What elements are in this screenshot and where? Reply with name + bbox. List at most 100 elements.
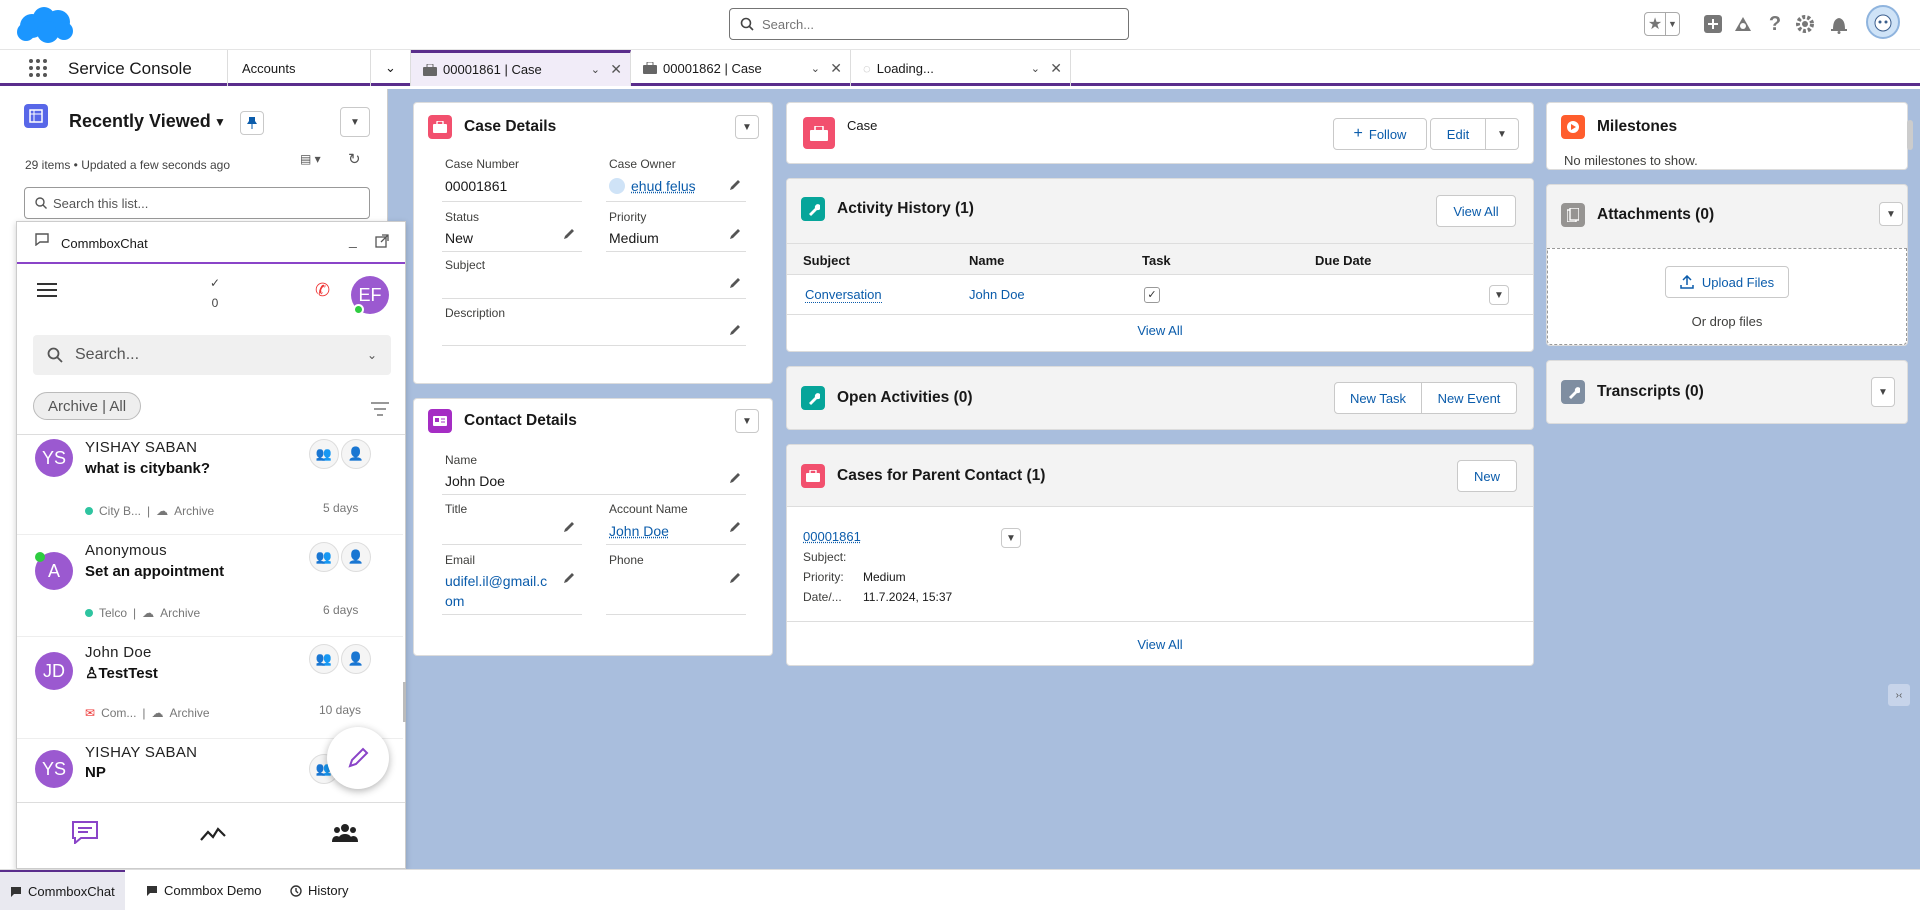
new-task-button[interactable]: New Task (1334, 382, 1422, 414)
case-number-link[interactable]: 00001861 (803, 529, 861, 544)
subject-link[interactable]: Conversation (805, 287, 882, 303)
salesforce-logo-icon[interactable] (14, 4, 74, 46)
global-search-input[interactable]: Search... (729, 8, 1129, 40)
new-event-button[interactable]: New Event (1421, 382, 1517, 414)
edit-pencil-icon[interactable] (728, 471, 742, 485)
phone-off-icon[interactable]: ✆ (315, 280, 330, 301)
assign-user-icon[interactable]: 👤 (341, 644, 371, 674)
archive-all-filter[interactable]: Archive | All (33, 392, 141, 420)
view-all-link[interactable]: View All (787, 637, 1533, 652)
email-link-wrap[interactable]: om (445, 593, 464, 609)
close-tab-icon[interactable]: ✕ (1050, 60, 1062, 77)
app-launcher-icon[interactable] (28, 58, 48, 78)
edit-pencil-icon[interactable] (728, 571, 742, 585)
task-checkbox[interactable]: ✓ (1144, 287, 1160, 303)
refresh-icon[interactable]: ↻ (348, 150, 361, 168)
hamburger-menu-icon[interactable] (37, 282, 57, 298)
analytics-tab-icon[interactable] (200, 824, 226, 842)
setup-gear-icon[interactable] (1794, 13, 1816, 35)
conversations-tab-icon[interactable] (71, 820, 99, 844)
upload-files-button[interactable]: Upload Files (1665, 266, 1789, 298)
case-row-actions-button[interactable]: ▼ (1001, 528, 1021, 548)
popout-icon[interactable] (375, 234, 389, 248)
edit-button[interactable]: Edit (1430, 118, 1486, 150)
view-all-link[interactable]: View All (787, 323, 1533, 338)
tab-loading[interactable]: ◌ Loading... ⌄ ✕ (851, 50, 1071, 86)
chevron-down-icon[interactable]: ⌄ (591, 63, 600, 76)
utility-tab-commboxchat[interactable]: CommboxChat (0, 870, 125, 910)
user-avatar[interactable] (1866, 5, 1900, 39)
name-link[interactable]: John Doe (969, 287, 1025, 302)
contacts-tab-icon[interactable] (332, 822, 358, 842)
sidebar-scrollbar[interactable] (1907, 120, 1913, 150)
tab-case-00001862[interactable]: 00001862 | Case ⌄ ✕ (631, 50, 851, 86)
pin-list-button[interactable] (240, 111, 264, 135)
column-header-due-date[interactable]: Due Date (1315, 253, 1371, 268)
display-as-table-icon[interactable]: ▤ ▾ (300, 152, 321, 166)
chevron-down-icon[interactable]: ⌄ (1031, 62, 1040, 75)
follow-button[interactable]: + Follow (1333, 118, 1427, 150)
more-actions-button[interactable]: ▼ (1485, 118, 1519, 150)
close-tab-icon[interactable]: ✕ (610, 61, 622, 78)
edit-pencil-icon[interactable] (562, 520, 576, 534)
new-case-button[interactable]: New (1457, 460, 1517, 492)
status-label: Archive (174, 504, 214, 518)
edit-pencil-icon[interactable] (728, 323, 742, 337)
add-icon[interactable] (1702, 13, 1724, 35)
favorites-button[interactable]: ★ ▼ (1644, 12, 1680, 36)
help-icon[interactable]: ? (1764, 13, 1786, 35)
column-header-subject[interactable]: Subject (803, 253, 850, 268)
trailhead-icon[interactable] (1732, 13, 1754, 35)
object-menu-chevron-icon[interactable]: ⌄ (371, 50, 411, 86)
assign-group-icon[interactable]: 👥 (309, 439, 339, 469)
card-menu-button[interactable]: ▼ (1871, 377, 1895, 407)
list-view-title[interactable]: Recently Viewed (69, 111, 211, 132)
object-tab-accounts[interactable]: Accounts (227, 50, 371, 86)
card-title: Activity History (1) (837, 200, 974, 218)
email-link[interactable]: udifel.il@gmail.c (445, 573, 547, 589)
list-view-switch-chevron-icon[interactable]: ▼ (214, 115, 226, 129)
conversation-item[interactable]: JD John Doe ♙TestTest 👥 👤 ✉ Com... | ☁ Archi… (17, 638, 403, 739)
wrench-icon (1561, 380, 1585, 404)
edit-pencil-icon[interactable] (728, 178, 742, 192)
chevron-down-icon[interactable]: ⌄ (367, 348, 377, 362)
card-menu-button[interactable]: ▼ (735, 115, 759, 139)
edit-pencil-icon[interactable] (728, 227, 742, 241)
compose-fab-button[interactable] (327, 727, 389, 789)
assign-group-icon[interactable]: 👥 (309, 644, 339, 674)
assign-user-icon[interactable]: 👤 (341, 542, 371, 572)
tab-case-00001861[interactable]: 00001861 | Case ⌄ ✕ (411, 50, 631, 86)
card-menu-button[interactable]: ▼ (735, 409, 759, 433)
assign-user-icon[interactable]: 👤 (341, 439, 371, 469)
assign-group-icon[interactable]: 👥 (309, 542, 339, 572)
list-search-input[interactable]: Search this list... (24, 187, 370, 219)
close-tab-icon[interactable]: ✕ (830, 60, 842, 77)
chevron-down-icon[interactable]: ⌄ (811, 62, 820, 75)
column-header-task[interactable]: Task (1142, 253, 1171, 268)
conversation-item[interactable]: YS YISHAY SABAN what is citybank? 👥 👤 Ci… (17, 435, 403, 535)
collapse-sidebar-icon[interactable]: ›‹ (1888, 684, 1910, 706)
conversation-item[interactable]: A Anonymous Set an appointment 👥 👤 Telco… (17, 536, 403, 637)
filter-icon[interactable] (371, 402, 389, 416)
edit-pencil-icon[interactable] (562, 571, 576, 585)
edit-pencil-icon[interactable] (728, 276, 742, 290)
file-drop-zone[interactable]: Upload Files Or drop files (1547, 248, 1907, 345)
chat-search-input[interactable]: Search... ⌄ (33, 335, 391, 375)
utility-tab-commbox-demo[interactable]: Commbox Demo (136, 870, 272, 910)
transcripts-card: Transcripts (0) ▼ (1546, 360, 1908, 424)
list-view-controls-button[interactable]: ▼ (340, 107, 370, 137)
row-actions-button[interactable]: ▼ (1489, 285, 1509, 305)
edit-pencil-icon[interactable] (728, 520, 742, 534)
view-all-button[interactable]: View All (1436, 195, 1516, 227)
card-menu-button[interactable]: ▼ (1879, 202, 1903, 226)
utility-tab-history[interactable]: History (280, 870, 358, 910)
column-header-name[interactable]: Name (969, 253, 1004, 268)
chat-list-scrollbar[interactable] (403, 682, 406, 722)
milestones-card: Milestones No milestones to show. (1546, 102, 1908, 170)
account-name-link[interactable]: John Doe (609, 523, 669, 539)
edit-pencil-icon[interactable] (562, 227, 576, 241)
separator: | (147, 504, 150, 518)
case-owner-link[interactable]: ehud felus (631, 178, 696, 194)
notifications-bell-icon[interactable] (1828, 13, 1850, 35)
minimize-icon[interactable]: _ (349, 232, 357, 248)
